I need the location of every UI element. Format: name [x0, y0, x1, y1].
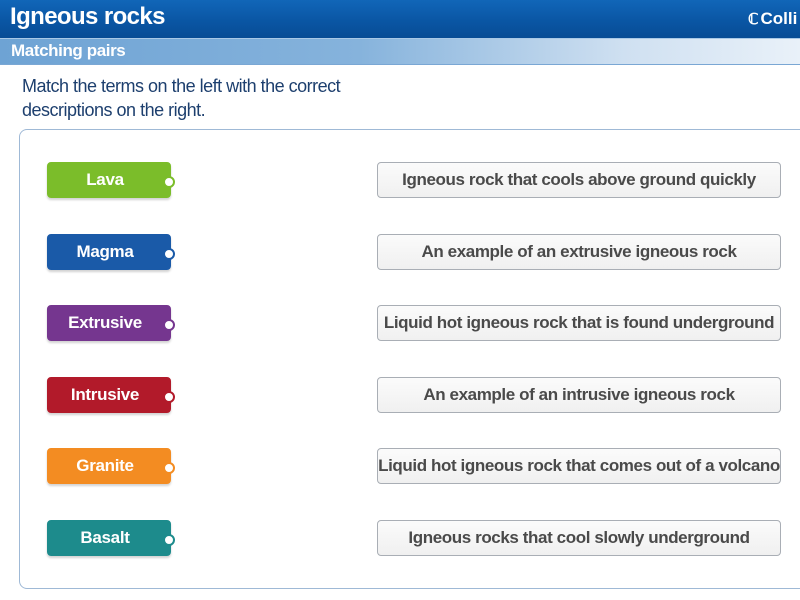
connector-dot-icon[interactable]	[163, 462, 175, 474]
term-lava-button[interactable]: Lava	[47, 162, 175, 198]
term-label: Extrusive	[68, 313, 142, 332]
description-box-3[interactable]: Liquid hot igneous rock that is found un…	[377, 305, 781, 341]
connector-dot-icon[interactable]	[163, 533, 175, 546]
page-title: Igneous rocks	[10, 3, 166, 30]
term-label: Basalt	[80, 527, 130, 547]
term-extrusive-button[interactable]: Extrusive	[47, 305, 175, 341]
term-granite-button[interactable]: Granite	[47, 448, 175, 484]
connector-dot-icon[interactable]	[163, 176, 175, 188]
description-label: Liquid hot igneous rock that comes out o…	[378, 456, 780, 475]
term-magma-button[interactable]: Magma	[47, 233, 175, 270]
description-label: Igneous rock that cools above ground qui…	[402, 170, 756, 189]
description-box-6[interactable]: Igneous rocks that cool slowly undergrou…	[377, 519, 781, 556]
instructions-text: Match the terms on the left with the cor…	[22, 76, 341, 120]
brand-logo: ℂ Colli	[748, 9, 800, 31]
description-label: Igneous rocks that cool slowly undergrou…	[408, 527, 750, 547]
term-label: Granite	[76, 456, 134, 475]
term-intrusive-button[interactable]: Intrusive	[47, 376, 175, 413]
term-label: Magma	[76, 241, 134, 261]
description-label: An example of an extrusive igneous rock	[421, 241, 737, 261]
description-box-1[interactable]: Igneous rock that cools above ground qui…	[377, 162, 781, 198]
connector-dot-icon[interactable]	[163, 390, 175, 403]
collins-logo-icon: ℂ	[748, 11, 759, 28]
activity-bar: Matching pairs	[0, 38, 800, 65]
description-label: Liquid hot igneous rock that is found un…	[383, 313, 775, 332]
term-label: Lava	[86, 170, 124, 189]
term-basalt-button[interactable]: Basalt	[47, 519, 175, 556]
title-bar: Igneous rocks ℂ Colli	[0, 0, 800, 38]
description-label: An example of an intrusive igneous rock	[423, 384, 735, 404]
connector-dot-icon[interactable]	[163, 247, 175, 260]
brand-name: Colli	[760, 9, 798, 28]
connector-dot-icon[interactable]	[163, 319, 175, 331]
term-label: Intrusive	[70, 384, 140, 404]
description-box-4[interactable]: An example of an intrusive igneous rock	[377, 376, 781, 413]
description-box-5[interactable]: Liquid hot igneous rock that comes out o…	[377, 448, 781, 484]
description-box-2[interactable]: An example of an extrusive igneous rock	[377, 233, 781, 270]
activity-title: Matching pairs	[11, 41, 126, 60]
